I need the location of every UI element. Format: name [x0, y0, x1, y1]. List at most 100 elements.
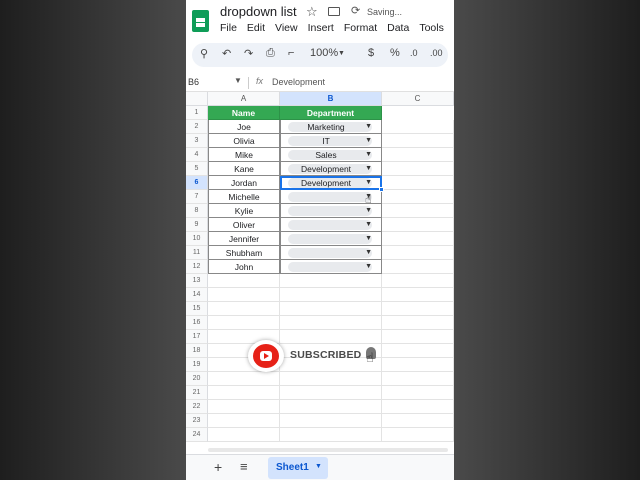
name-cell[interactable]: Kylie — [208, 204, 280, 218]
dropdown-arrow-icon[interactable]: ▼ — [365, 162, 372, 175]
empty-cell[interactable] — [280, 386, 382, 400]
department-dropdown-cell[interactable]: ▼ — [280, 232, 382, 246]
row-header[interactable]: 24 — [186, 428, 208, 442]
star-icon[interactable]: ☆ — [306, 4, 318, 20]
row-header[interactable]: 20 — [186, 372, 208, 386]
paint-format-icon[interactable]: ⌐ — [288, 47, 294, 59]
youtube-subscribe-button[interactable] — [248, 340, 284, 372]
dropdown-arrow-icon[interactable]: ▼ — [365, 232, 372, 245]
empty-cell[interactable] — [382, 330, 454, 344]
name-cell[interactable]: Shubham — [208, 246, 280, 260]
empty-cell[interactable] — [280, 302, 382, 316]
row-header[interactable]: 3 — [186, 134, 208, 148]
dropdown-chip[interactable]: Development — [288, 164, 372, 174]
undo-icon[interactable]: ↶ — [222, 47, 231, 60]
empty-cell[interactable] — [208, 288, 280, 302]
empty-cell[interactable] — [280, 274, 382, 288]
name-cell[interactable]: Jennifer — [208, 232, 280, 246]
empty-cell[interactable] — [382, 386, 454, 400]
name-cell[interactable]: Joe — [208, 120, 280, 134]
dropdown-chip[interactable]: Sales — [288, 150, 372, 160]
row-header[interactable]: 14 — [186, 288, 208, 302]
sheet-tab[interactable]: Sheet1 ▼ — [268, 457, 328, 479]
name-cell[interactable]: Oliver — [208, 218, 280, 232]
formula-input[interactable]: Development — [272, 77, 325, 87]
dropdown-arrow-icon[interactable]: ▼ — [365, 148, 372, 161]
dropdown-chip[interactable]: Development — [288, 178, 372, 188]
dropdown-arrow-icon[interactable]: ▼ — [365, 246, 372, 259]
row-header[interactable]: 1 — [186, 106, 208, 120]
menu-insert[interactable]: Insert — [308, 22, 334, 36]
empty-cell[interactable] — [280, 288, 382, 302]
empty-cell[interactable] — [208, 274, 280, 288]
empty-cell[interactable] — [382, 162, 454, 176]
horizontal-scrollbar[interactable] — [208, 448, 448, 452]
empty-cell[interactable] — [280, 316, 382, 330]
menu-file[interactable]: File — [220, 22, 237, 36]
dropdown-chip[interactable] — [288, 206, 372, 216]
name-cell[interactable]: Mike — [208, 148, 280, 162]
empty-cell[interactable] — [382, 204, 454, 218]
header-cell-department[interactable]: Department — [280, 106, 382, 120]
empty-cell[interactable] — [382, 176, 454, 190]
row-header[interactable]: 2 — [186, 120, 208, 134]
dropdown-chip[interactable] — [288, 192, 372, 202]
dropdown-chip[interactable]: Marketing — [288, 122, 372, 132]
dropdown-arrow-icon[interactable]: ▼ — [365, 176, 372, 189]
dropdown-chip[interactable] — [288, 248, 372, 258]
dropdown-arrow-icon[interactable]: ▼ — [365, 260, 372, 273]
empty-cell[interactable] — [208, 316, 280, 330]
search-menus-icon[interactable]: ⚲ — [200, 47, 208, 60]
menu-data[interactable]: Data — [387, 22, 409, 36]
column-header-a[interactable]: A — [208, 92, 280, 106]
empty-cell[interactable] — [208, 302, 280, 316]
row-header[interactable]: 7 — [186, 190, 208, 204]
document-title[interactable]: dropdown list — [220, 4, 297, 19]
row-header[interactable]: 21 — [186, 386, 208, 400]
empty-cell[interactable] — [382, 218, 454, 232]
move-folder-icon[interactable] — [328, 7, 340, 16]
empty-cell[interactable] — [382, 428, 454, 442]
empty-cell[interactable] — [382, 372, 454, 386]
row-header[interactable]: 16 — [186, 316, 208, 330]
empty-cell[interactable] — [208, 414, 280, 428]
dropdown-chip[interactable] — [288, 262, 372, 272]
name-cell[interactable]: Olivia — [208, 134, 280, 148]
empty-cell[interactable] — [280, 400, 382, 414]
dropdown-arrow-icon[interactable]: ▼ — [365, 204, 372, 217]
row-header[interactable]: 4 — [186, 148, 208, 162]
empty-cell[interactable] — [382, 414, 454, 428]
fill-handle[interactable] — [379, 187, 384, 192]
dropdown-chip[interactable] — [288, 234, 372, 244]
row-header[interactable]: 5 — [186, 162, 208, 176]
column-header-c[interactable]: C — [382, 92, 454, 106]
empty-cell[interactable] — [382, 246, 454, 260]
empty-cell[interactable] — [280, 372, 382, 386]
redo-icon[interactable]: ↷ — [244, 47, 253, 60]
empty-cell[interactable] — [208, 386, 280, 400]
row-header[interactable]: 15 — [186, 302, 208, 316]
menu-format[interactable]: Format — [344, 22, 377, 36]
dropdown-chip[interactable] — [288, 220, 372, 230]
dropdown-arrow-icon[interactable]: ▼ — [365, 218, 372, 231]
dropdown-arrow-icon[interactable]: ▼ — [365, 120, 372, 133]
row-header[interactable]: 13 — [186, 274, 208, 288]
department-dropdown-cell[interactable]: Marketing ▼ — [280, 120, 382, 134]
department-dropdown-cell[interactable]: ▼ — [280, 260, 382, 274]
empty-cell[interactable] — [280, 330, 382, 344]
empty-cell[interactable] — [382, 358, 454, 372]
department-dropdown-cell[interactable]: ▼ — [280, 218, 382, 232]
row-header[interactable]: 10 — [186, 232, 208, 246]
print-icon[interactable]: ⎙ — [266, 47, 275, 60]
empty-cell[interactable] — [382, 344, 454, 358]
all-sheets-icon[interactable]: ≡ — [240, 459, 248, 474]
name-cell[interactable]: Kane — [208, 162, 280, 176]
name-cell[interactable]: Michelle — [208, 190, 280, 204]
empty-cell[interactable] — [382, 190, 454, 204]
name-cell[interactable]: John — [208, 260, 280, 274]
empty-cell[interactable] — [382, 400, 454, 414]
empty-cell[interactable] — [208, 372, 280, 386]
empty-cell[interactable] — [208, 428, 280, 442]
header-cell-name[interactable]: Name — [208, 106, 280, 120]
empty-cell[interactable] — [280, 414, 382, 428]
